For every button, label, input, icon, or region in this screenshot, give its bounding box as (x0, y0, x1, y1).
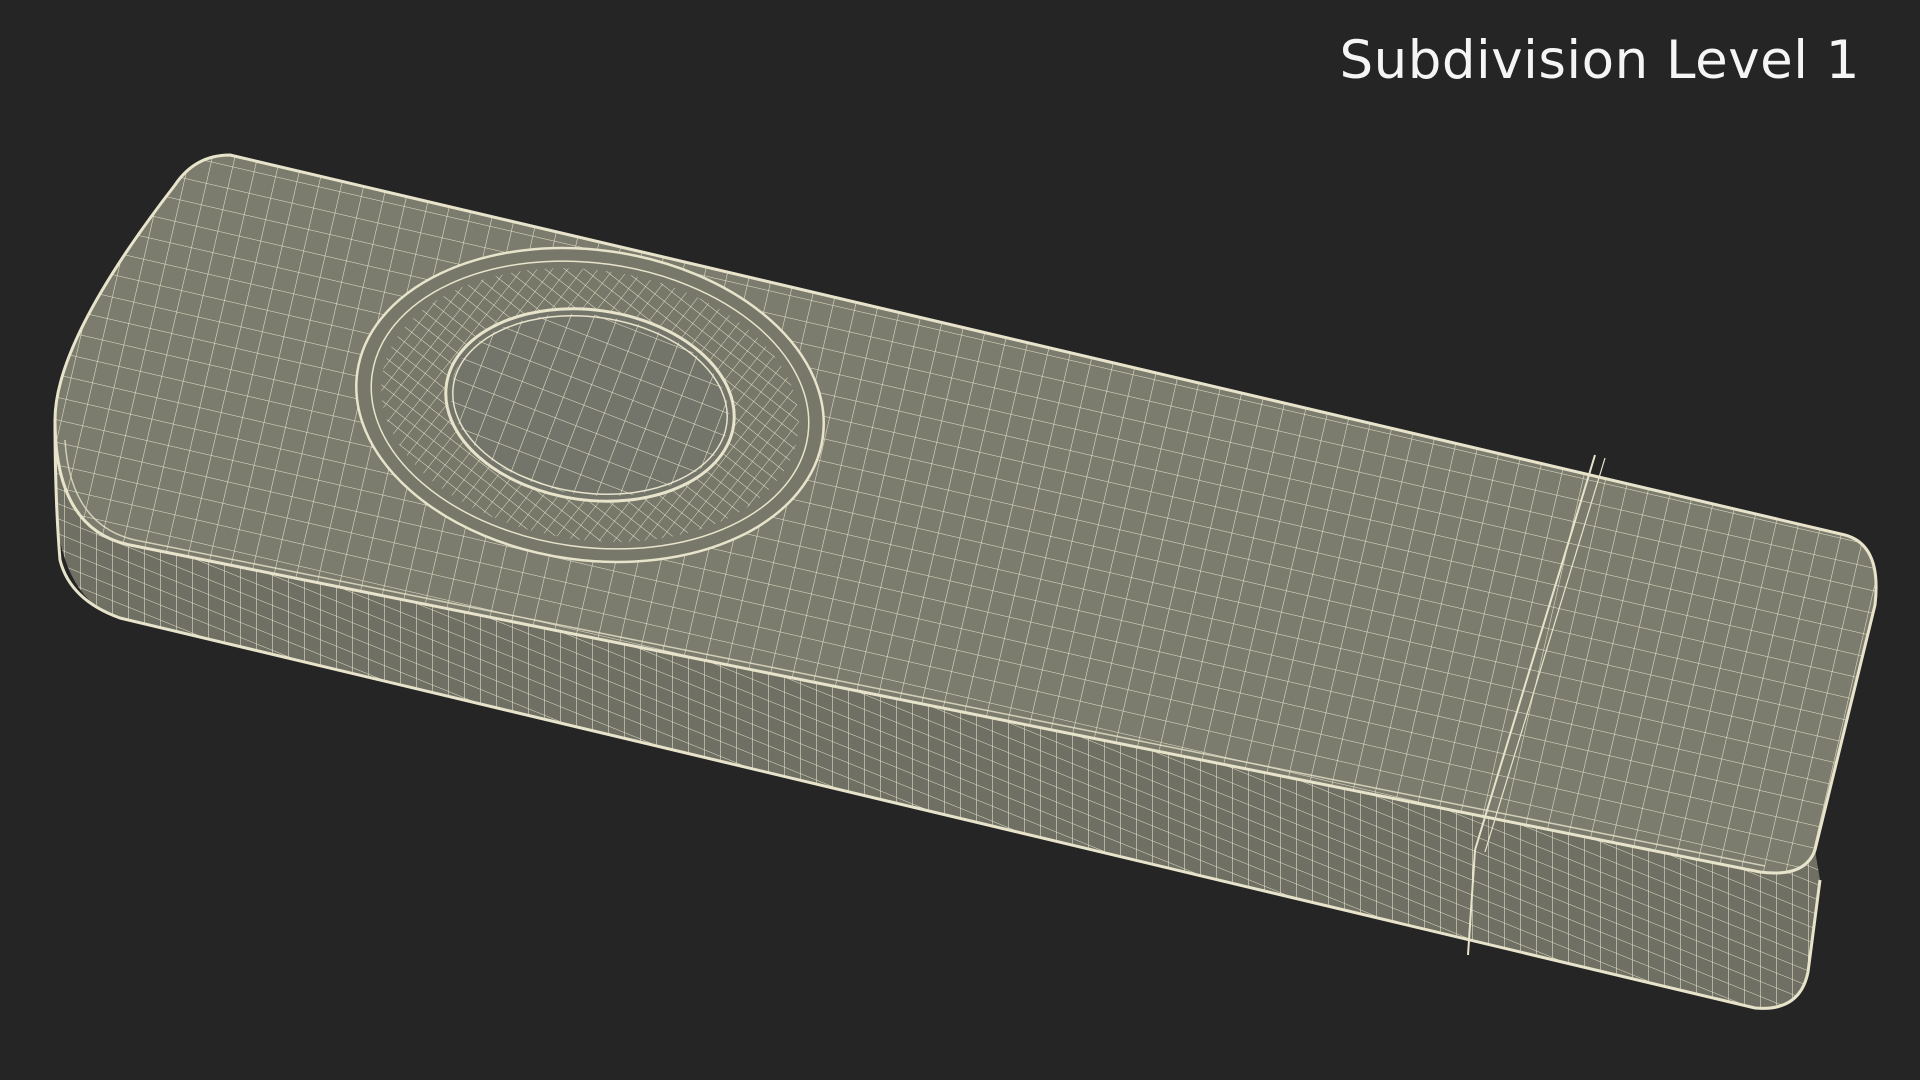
viewport: Subdivision Level 1 (0, 0, 1920, 1080)
wireframe-render (53, 153, 1878, 1010)
subdivision-label: Subdivision Level 1 (1339, 30, 1860, 91)
